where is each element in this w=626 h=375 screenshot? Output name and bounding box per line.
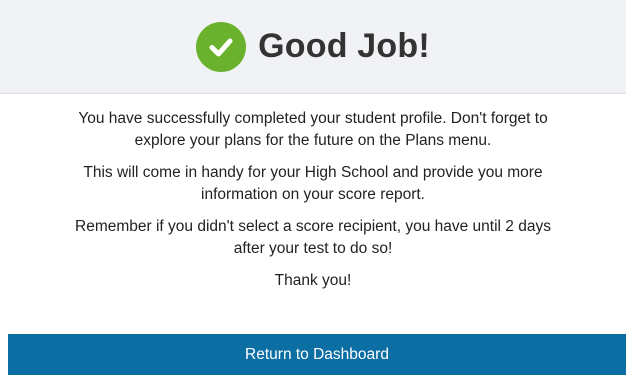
check-circle-icon: [196, 21, 247, 72]
dialog-body: You have successfully completed your stu…: [0, 108, 626, 302]
message-paragraph: Remember if you didn't select a score re…: [75, 218, 551, 257]
return-to-dashboard-button[interactable]: Return to Dashboard: [8, 334, 626, 375]
dialog-header: Good Job!: [0, 0, 626, 94]
message-paragraph: You have successfully completed your stu…: [78, 110, 548, 149]
success-dialog: Good Job! You have successfully complete…: [0, 0, 626, 375]
dialog-title: Good Job!: [258, 27, 430, 65]
message-paragraph: This will come in handy for your High Sc…: [83, 164, 543, 203]
thank-you-text: Thank you!: [274, 272, 352, 289]
